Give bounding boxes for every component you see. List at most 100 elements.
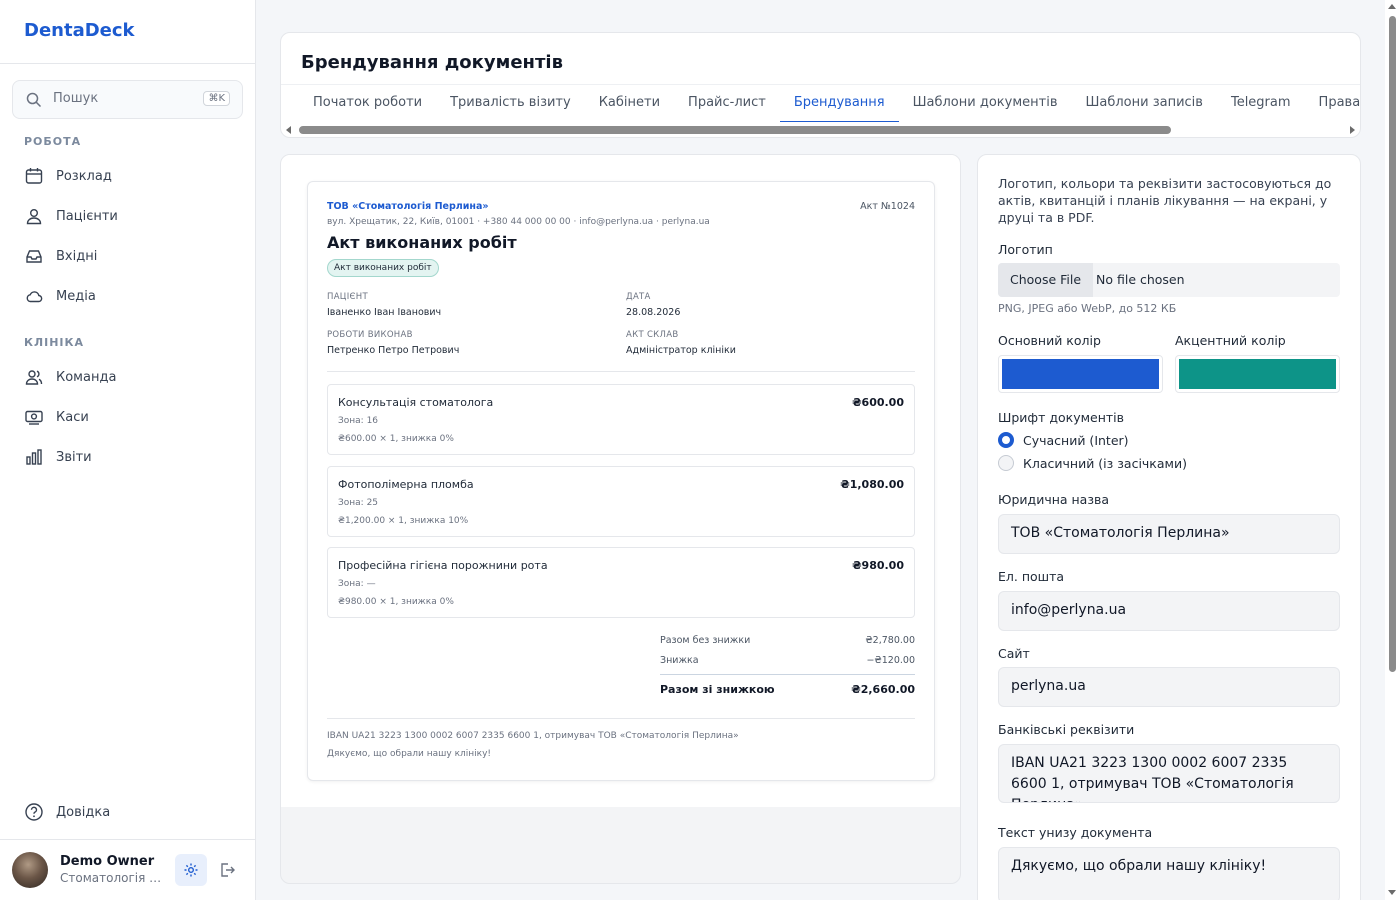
- brand-logo[interactable]: DentaDeck: [0, 0, 255, 64]
- cash-icon: [24, 407, 44, 427]
- item-amount: ₴600.00: [852, 396, 904, 409]
- scrollbar-thumb[interactable]: [299, 126, 1171, 134]
- legal-name-label: Юридична назва: [998, 492, 1110, 507]
- email-label: Ел. пошта: [998, 569, 1065, 584]
- subtotal-label: Разом без знижки: [660, 635, 751, 646]
- avatar[interactable]: [12, 852, 48, 888]
- tab-record-templates[interactable]: Шаблони записів: [1071, 85, 1216, 122]
- doc-type-badge: Акт виконаних робіт: [327, 259, 439, 277]
- sidebar-item-patients[interactable]: Пацієнти: [12, 198, 243, 234]
- scroll-left-arrow[interactable]: [286, 126, 291, 134]
- sidebar-item-team[interactable]: Команда: [12, 359, 243, 395]
- page-scrollbar[interactable]: [1385, 0, 1400, 900]
- help-icon: [24, 802, 44, 822]
- settings-button[interactable]: [175, 854, 207, 886]
- cloud-icon: [24, 286, 44, 306]
- tab-document-templates[interactable]: Шаблони документів: [899, 85, 1072, 122]
- search-placeholder: Пошук: [53, 91, 99, 106]
- radio-unselected[interactable]: [998, 455, 1014, 471]
- font-option-classic[interactable]: Класичний (із засічками): [998, 455, 1187, 471]
- footer-text-textarea[interactable]: Дякуємо, що обрали нашу клініку!: [998, 847, 1340, 900]
- sidebar-item-cash[interactable]: Каси: [12, 399, 243, 435]
- preview-canvas: ТОВ «Стоматологія Перлина» Акт №1024 вул…: [281, 155, 960, 807]
- sidebar-item-label: Пацієнти: [56, 208, 118, 224]
- tab-telegram[interactable]: Telegram: [1217, 85, 1305, 122]
- search-input[interactable]: Пошук ⌘K: [12, 80, 243, 119]
- doc-company: ТОВ «Стоматологія Перлина»: [327, 201, 489, 212]
- doctor-label: РОБОТИ ВИКОНАВ: [327, 330, 413, 340]
- email-field[interactable]: info@perlyna.ua: [998, 591, 1340, 631]
- doctor-value: Петренко Петро Петрович: [327, 345, 460, 356]
- item-calc: ₴980.00 × 1, знижка 0%: [338, 597, 454, 607]
- scroll-down-arrow[interactable]: [1388, 890, 1396, 895]
- search-icon: [26, 92, 42, 108]
- inbox-icon: [24, 246, 44, 266]
- tab-rooms[interactable]: Кабінети: [585, 85, 674, 122]
- doc-footer-text: Дякуємо, що обрали нашу клініку!: [327, 749, 492, 759]
- sidebar-item-help[interactable]: Довідка: [12, 794, 243, 830]
- font-label: Шрифт документів: [998, 410, 1125, 425]
- users-icon: [24, 206, 44, 226]
- gear-icon: [184, 863, 198, 877]
- tab-visit-duration[interactable]: Тривалість візиту: [436, 85, 585, 122]
- settings-header: Брендування документів Початок роботи Тр…: [280, 32, 1361, 138]
- sidebar: DentaDeck Пошук ⌘K РОБОТА Розклад Пацієн…: [0, 0, 256, 900]
- author-label: АКТ СКЛАВ: [626, 330, 679, 340]
- date-value: 28.08.2026: [626, 307, 681, 318]
- sidebar-item-reports[interactable]: Звіти: [12, 439, 243, 475]
- search-shortcut: ⌘K: [203, 91, 230, 106]
- divider: [327, 718, 915, 719]
- doc-title: Акт виконаних робіт: [327, 233, 517, 252]
- divider: [327, 371, 915, 372]
- item-zone: Зона: —: [338, 579, 376, 589]
- bank-details-textarea[interactable]: IBAN UA21 3223 1300 0002 6007 2335 6600 …: [998, 744, 1340, 803]
- tab-branding[interactable]: Брендування: [779, 85, 899, 122]
- total-value: ₴2,660.00: [851, 683, 915, 696]
- scroll-up-arrow[interactable]: [1388, 4, 1396, 9]
- sidebar-item-inbox[interactable]: Вхідні: [12, 238, 243, 274]
- primary-color-picker[interactable]: [998, 355, 1163, 393]
- accent-color-label: Акцентний колір: [1175, 333, 1286, 348]
- item-name: Фотополімерна пломба: [338, 478, 474, 491]
- file-status: No file chosen: [1096, 272, 1185, 287]
- line-item: Консультація стоматолога ₴600.00 Зона: 1…: [327, 384, 915, 455]
- settings-tabs: Початок роботи Тривалість візиту Кабінет…: [281, 84, 1360, 122]
- tab-getting-started[interactable]: Початок роботи: [299, 85, 436, 122]
- section-label-work: РОБОТА: [24, 135, 82, 148]
- footer-text-label: Текст унизу документа: [998, 825, 1153, 840]
- sidebar-item-media[interactable]: Медіа: [12, 278, 243, 314]
- item-name: Консультація стоматолога: [338, 396, 494, 409]
- legal-name-input[interactable]: ТОВ «Стоматологія Перлина»: [998, 514, 1340, 554]
- radio-selected[interactable]: [998, 432, 1014, 448]
- item-calc: ₴600.00 × 1, знижка 0%: [338, 434, 454, 444]
- user-clinic: Стоматологія Перлина: [60, 871, 165, 885]
- choose-file-button[interactable]: Choose File: [998, 263, 1094, 297]
- logout-icon: [221, 863, 235, 877]
- page-title: Брендування документів: [301, 52, 563, 73]
- document-preview-panel: ТОВ «Стоматологія Перлина» Акт №1024 вул…: [280, 154, 961, 884]
- font-option-modern[interactable]: Сучасний (Inter): [998, 432, 1129, 448]
- tabs-scrollbar[interactable]: [281, 123, 1360, 137]
- sidebar-item-label: Вхідні: [56, 248, 98, 264]
- author-value: Адміністратор клініки: [626, 345, 736, 356]
- logo-hint: PNG, JPEG або WebP, до 512 КБ: [998, 302, 1177, 315]
- chart-icon: [24, 447, 44, 467]
- primary-color-fill: [1002, 359, 1159, 389]
- site-input[interactable]: perlyna.ua: [998, 667, 1340, 707]
- tab-price-list[interactable]: Прайс-лист: [674, 85, 780, 122]
- site-label: Сайт: [998, 646, 1030, 661]
- line-item: Фотополімерна пломба ₴1,080.00 Зона: 25 …: [327, 466, 915, 537]
- sidebar-item-schedule[interactable]: Розклад: [12, 158, 243, 194]
- logout-button[interactable]: [217, 860, 237, 880]
- discount-value: −₴120.00: [866, 655, 915, 666]
- sidebar-item-label: Розклад: [56, 168, 112, 184]
- doc-address: вул. Хрещатик, 22, Київ, 01001 · +380 44…: [327, 217, 710, 227]
- logo-label: Логотип: [998, 242, 1053, 257]
- accent-color-fill: [1179, 359, 1336, 389]
- logo-file-input[interactable]: Choose File No file chosen: [998, 263, 1340, 297]
- tab-access-rights[interactable]: Права доступу: [1305, 85, 1360, 122]
- doc-number: Акт №1024: [860, 201, 915, 212]
- scrollbar-thumb[interactable]: [1389, 16, 1396, 672]
- scroll-right-arrow[interactable]: [1350, 126, 1355, 134]
- accent-color-picker[interactable]: [1175, 355, 1340, 393]
